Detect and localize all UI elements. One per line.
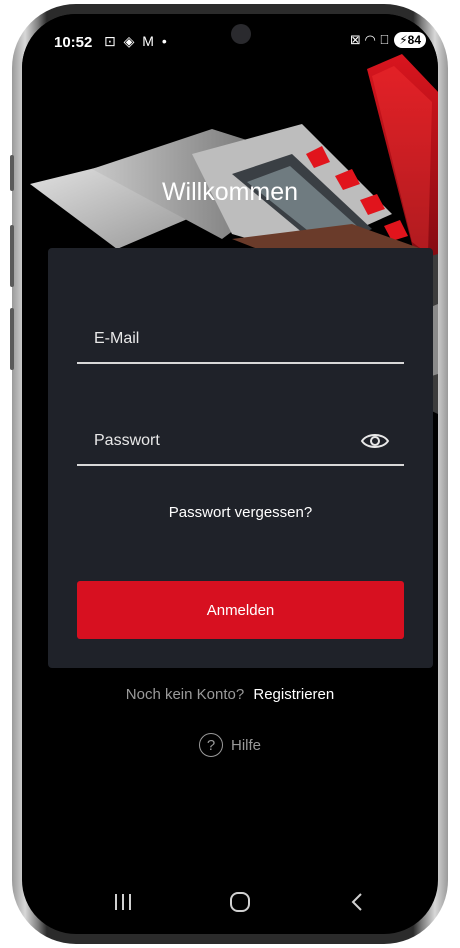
- password-label: Passwort: [94, 432, 160, 449]
- help-link[interactable]: ? Hilfe: [22, 733, 438, 757]
- forgot-password-link[interactable]: Passwort vergessen?: [48, 504, 433, 521]
- volume-button: [10, 225, 14, 287]
- home-icon: [230, 892, 250, 912]
- login-card: E-Mail Passwort Passwort vergessen? Anme…: [48, 248, 433, 668]
- navigation-bar: [22, 882, 438, 922]
- login-button[interactable]: Anmelden: [77, 581, 404, 639]
- help-label: Hilfe: [230, 736, 261, 754]
- back-button[interactable]: [327, 882, 387, 922]
- home-button[interactable]: [210, 882, 270, 922]
- signal-icons: ⊠ ◠ ⃠: [349, 32, 390, 47]
- email-label: E-Mail: [94, 330, 140, 347]
- volume-button: [10, 155, 14, 191]
- email-field[interactable]: E-Mail: [77, 312, 404, 364]
- recent-apps-icon: [115, 894, 131, 910]
- register-link[interactable]: Registrieren: [253, 686, 334, 703]
- register-prompt: Noch kein Konto?: [125, 686, 245, 703]
- password-field[interactable]: Passwort: [77, 414, 404, 466]
- page-title: Willkommen: [161, 178, 299, 206]
- battery-level: 84: [407, 33, 421, 47]
- phone-device: 10:52 ⊡ ◈ M • ⊠ ◠ ⃠ ⚡84 Willkommen E-Mai…: [0, 0, 460, 948]
- register-row: Noch kein Konto? Registrieren: [22, 686, 438, 703]
- recent-apps-button[interactable]: [93, 882, 153, 922]
- question-circle-icon: ?: [198, 733, 223, 757]
- battery-icon: ⚡84: [394, 32, 426, 48]
- screen: 10:52 ⊡ ◈ M • ⊠ ◠ ⃠ ⚡84 Willkommen E-Mai…: [22, 14, 438, 934]
- status-bar: 10:52 ⊡ ◈ M • ⊠ ◠ ⃠ ⚡84: [54, 32, 426, 56]
- system-icons: ⊠ ◠ ⃠ ⚡84: [350, 32, 426, 48]
- status-time: 10:52: [54, 34, 93, 51]
- power-button: [10, 308, 14, 370]
- eye-icon[interactable]: [360, 430, 390, 452]
- back-icon: [351, 893, 362, 911]
- notification-icons: ⊡ ◈ M •: [104, 33, 169, 49]
